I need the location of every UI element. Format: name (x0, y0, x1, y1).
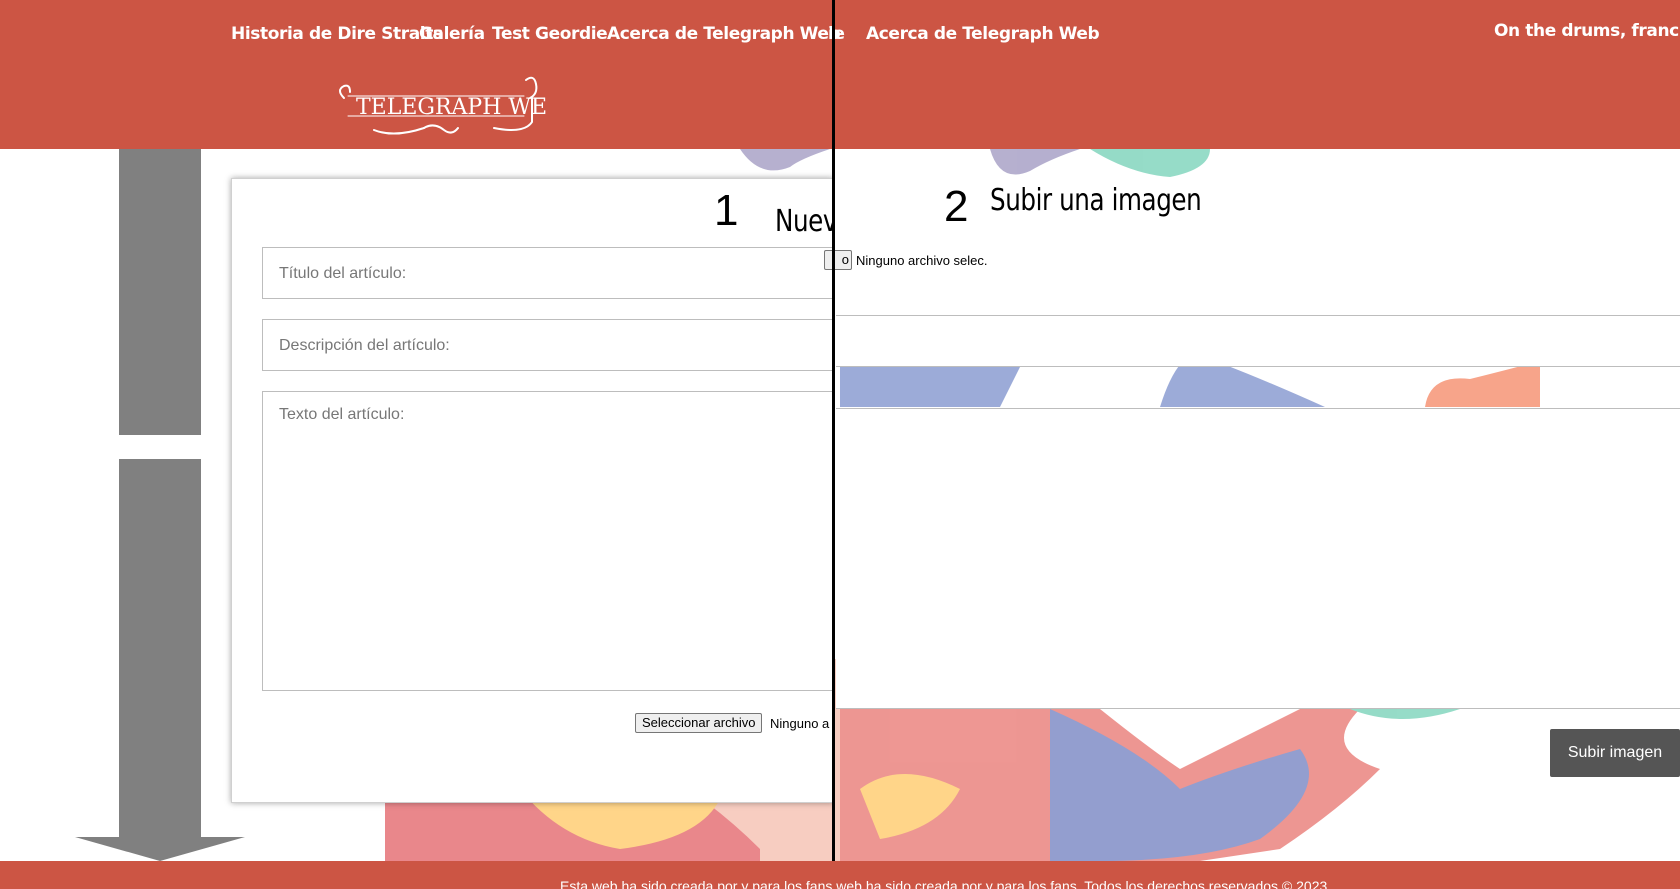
divider-line (836, 708, 1680, 709)
file-status-text: Ninguno a (770, 716, 830, 731)
article-description-input[interactable]: Descripción del artículo: (262, 319, 834, 371)
site-footer: Esta web ha sido creada por y para los f… (0, 861, 1680, 889)
footer-copyright: Esta web ha sido creada por y para los f… (560, 878, 1328, 889)
split-divider (832, 0, 835, 889)
article-text-textarea[interactable]: Texto del artículo: (262, 391, 834, 691)
image-text-area[interactable] (836, 409, 1680, 708)
step-number-1: 1 (714, 186, 739, 235)
step-number-2: 2 (944, 182, 969, 231)
left-panel: 1 Nuevo Título del artículo: Descripción… (0, 0, 834, 889)
image-description-input[interactable] (836, 316, 1680, 366)
image-file-status-text: Ninguno archivo selec. (856, 253, 988, 268)
upload-image-title: Subir una imagen (990, 183, 1202, 218)
select-file-button[interactable]: Seleccionar archivo (635, 713, 763, 733)
upload-image-button[interactable]: Subir imagen (1550, 729, 1680, 777)
divider-line (836, 366, 1680, 367)
article-form-title: Nuevo (775, 204, 834, 239)
select-image-file-button[interactable]: o (824, 250, 852, 270)
article-title-input[interactable]: Título del artículo: (262, 247, 834, 299)
